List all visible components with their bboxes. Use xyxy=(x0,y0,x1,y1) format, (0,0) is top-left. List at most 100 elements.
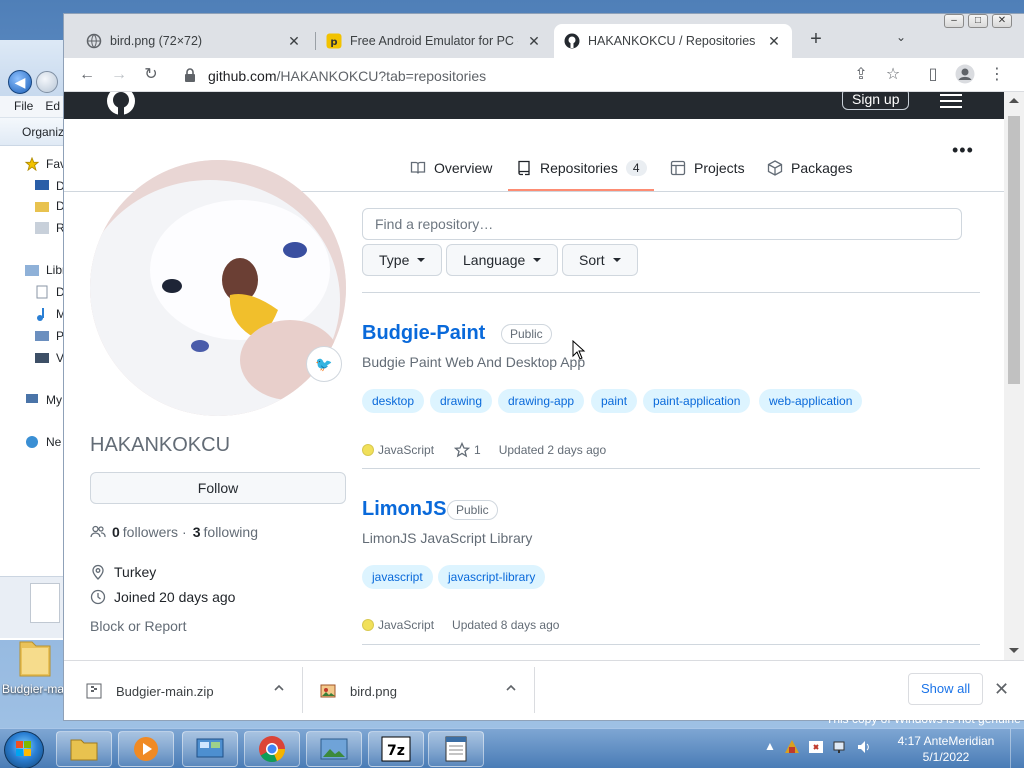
download-item-zip[interactable]: Budgier-main.zip xyxy=(86,661,214,721)
taskbar-explorer[interactable] xyxy=(56,731,112,767)
tree-videos[interactable]: V xyxy=(0,348,66,368)
lock-icon[interactable] xyxy=(184,68,196,82)
tab-projects[interactable]: Projects xyxy=(670,156,745,180)
address-bar[interactable]: github.com/HAKANKOKCU?tab=repositories xyxy=(172,62,878,90)
tab-github-repositories[interactable]: HAKANKOKCU / Repositories · G ✕ xyxy=(554,24,792,58)
start-button[interactable] xyxy=(4,731,44,768)
tree-documents[interactable]: D xyxy=(0,282,66,302)
forward-icon[interactable]: → xyxy=(108,64,130,86)
tab-overview[interactable]: Overview xyxy=(410,156,492,180)
bookmark-star-icon[interactable]: ☆ xyxy=(882,64,904,86)
follow-button[interactable]: Follow xyxy=(90,472,346,504)
taskbar-media-player[interactable] xyxy=(118,731,174,767)
taskbar-control-panel[interactable] xyxy=(182,731,238,767)
tree-libraries[interactable]: Libr xyxy=(0,260,66,280)
topic-tag[interactable]: web-application xyxy=(759,389,863,413)
topic-tag[interactable]: drawing xyxy=(430,389,493,413)
organize-button[interactable]: Organiz xyxy=(0,118,65,146)
close-tab-icon[interactable]: ✕ xyxy=(526,33,542,50)
taskbar: 7z ▲ 4:17 AnteMeridian 5/1/2022 xyxy=(0,728,1024,768)
taskbar-chrome[interactable] xyxy=(244,731,300,767)
url-text[interactable]: github.com/HAKANKOKCU?tab=repositories xyxy=(208,68,486,84)
repo-name-link[interactable]: Budgie-Paint xyxy=(362,322,485,345)
more-options-icon[interactable]: ••• xyxy=(952,140,974,161)
page-scrollbar[interactable] xyxy=(1004,92,1024,660)
download-item-png[interactable]: bird.png xyxy=(320,661,397,721)
taskbar-photo-viewer[interactable] xyxy=(306,731,362,767)
tree-my-computer[interactable]: My xyxy=(0,390,66,410)
menu-file[interactable]: File xyxy=(14,99,33,113)
divider xyxy=(362,468,980,469)
type-filter-label: Type xyxy=(379,252,410,268)
topic-tag[interactable]: desktop xyxy=(362,389,425,413)
back-arrow-icon[interactable]: ◀ xyxy=(8,70,32,94)
volume-icon[interactable] xyxy=(856,739,872,755)
star-icon[interactable] xyxy=(454,442,471,458)
action-center-icon[interactable] xyxy=(784,739,800,755)
chrome-menu-icon[interactable]: ⋮ xyxy=(986,64,1008,86)
followers-link[interactable]: followers xyxy=(123,524,178,540)
chevron-up-icon[interactable] xyxy=(506,683,516,693)
tab-search-chevron-icon[interactable]: ⌄ xyxy=(896,30,906,44)
tab-bird-png[interactable]: bird.png (72×72) ✕ xyxy=(76,24,312,58)
show-all-button[interactable]: Show all xyxy=(908,673,984,705)
hamburger-menu-icon[interactable] xyxy=(940,94,962,110)
github-logo-icon[interactable] xyxy=(106,92,136,116)
taskbar-7zip[interactable]: 7z xyxy=(368,731,424,767)
star-count[interactable]: 1 xyxy=(474,443,481,457)
close-downloads-icon[interactable]: ✕ xyxy=(994,679,1009,700)
profile-avatar-icon[interactable] xyxy=(954,64,976,86)
security-warning-icon[interactable] xyxy=(808,739,824,755)
new-tab-plus-icon[interactable]: + xyxy=(804,28,828,51)
tab-packages[interactable]: Packages xyxy=(767,156,852,180)
desktop-folder-icon[interactable] xyxy=(14,636,54,680)
maximize-icon[interactable]: □ xyxy=(968,14,988,28)
scroll-down-icon[interactable] xyxy=(1009,648,1019,653)
avatar[interactable] xyxy=(90,160,346,416)
network-icon[interactable] xyxy=(832,739,848,755)
taskbar-notepad[interactable] xyxy=(428,731,484,767)
forward-arrow-icon[interactable] xyxy=(36,71,58,93)
reload-icon[interactable]: ↻ xyxy=(140,64,162,86)
tree-desktop[interactable]: D xyxy=(0,176,66,196)
tree-pictures[interactable]: P xyxy=(0,326,66,346)
topic-tag[interactable]: drawing-app xyxy=(498,389,585,413)
scroll-thumb[interactable] xyxy=(1008,116,1020,384)
scroll-up-icon[interactable] xyxy=(1009,98,1019,103)
minimize-icon[interactable]: – xyxy=(944,14,964,28)
desktop-folder-label[interactable]: Budgier-ma xyxy=(2,682,64,696)
followers-count[interactable]: 0 xyxy=(112,524,120,540)
tree-recent[interactable]: R xyxy=(0,218,66,238)
sign-up-button[interactable]: Sign up xyxy=(842,92,910,110)
tab-repositories[interactable]: Repositories 4 xyxy=(516,156,647,180)
status-badge[interactable]: 🐦 xyxy=(306,346,342,382)
language-filter-button[interactable]: Language xyxy=(446,244,559,276)
following-count[interactable]: 3 xyxy=(193,524,201,540)
close-tab-icon[interactable]: ✕ xyxy=(286,33,302,50)
menu-edit[interactable]: Ed xyxy=(45,99,60,113)
block-or-report-link[interactable]: Block or Report xyxy=(90,618,186,634)
show-desktop-button[interactable] xyxy=(1010,729,1024,768)
topic-tag[interactable]: paint xyxy=(591,389,638,413)
chevron-up-icon[interactable] xyxy=(274,683,284,693)
topic-tag[interactable]: javascript xyxy=(362,565,433,589)
following-link[interactable]: following xyxy=(204,524,258,540)
close-window-icon[interactable]: ✕ xyxy=(992,14,1012,28)
type-filter-button[interactable]: Type xyxy=(362,244,443,276)
clock[interactable]: 4:17 AnteMeridian 5/1/2022 xyxy=(892,733,1000,765)
tree-network[interactable]: Ne xyxy=(0,432,66,452)
close-tab-icon[interactable]: ✕ xyxy=(766,33,782,50)
share-icon[interactable]: ⇪ xyxy=(850,64,872,86)
sort-filter-button[interactable]: Sort xyxy=(562,244,638,276)
find-repository-input[interactable]: Find a repository… xyxy=(362,208,962,240)
side-panel-icon[interactable]: ▯ xyxy=(922,64,944,86)
tab-android-emulator[interactable]: p Free Android Emulator for PC - D ✕ xyxy=(316,24,552,58)
topic-tag[interactable]: paint-application xyxy=(643,389,751,413)
back-icon[interactable]: ← xyxy=(76,64,98,86)
topic-tag[interactable]: javascript-library xyxy=(438,565,546,589)
tray-expand-icon[interactable]: ▲ xyxy=(764,739,776,755)
tree-music[interactable]: M xyxy=(0,304,66,324)
tree-favorites[interactable]: Fav xyxy=(0,154,66,174)
repo-name-link[interactable]: LimonJS xyxy=(362,498,446,521)
tree-downloads[interactable]: D xyxy=(0,196,66,216)
